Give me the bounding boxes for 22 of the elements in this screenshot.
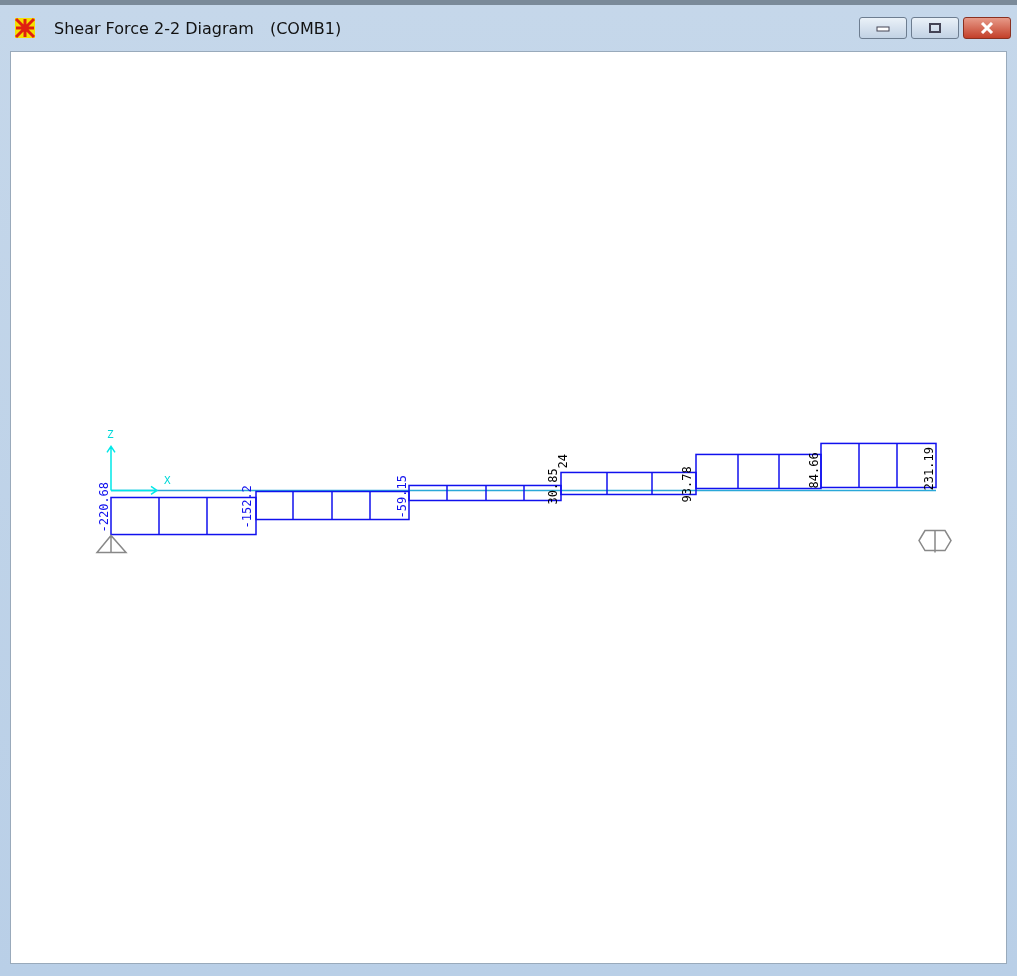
pin-support-icon: [95, 534, 127, 554]
close-icon: [979, 22, 995, 34]
roller-support-icon: [918, 529, 952, 554]
value-label: 30.85: [546, 468, 560, 505]
value-label: -220.68: [97, 481, 111, 533]
window-subtitle: (COMB1): [269, 18, 342, 38]
minimize-button[interactable]: [859, 17, 907, 39]
maximize-icon: [928, 22, 942, 34]
window-title: Shear Force 2-2 Diagram: [54, 18, 254, 38]
value-label: 24: [556, 454, 570, 469]
axis-label: X: [164, 474, 171, 488]
value-label: 93.78: [680, 466, 694, 503]
app-icon: [14, 17, 36, 39]
value-label: 231.19: [922, 447, 936, 491]
close-button[interactable]: [963, 17, 1011, 39]
axis-arrow-drawing: [106, 445, 159, 496]
value-label: -152.2: [240, 485, 254, 529]
value-label: 84.66: [807, 452, 821, 489]
axis-label: Z: [107, 428, 114, 442]
value-label: -59.15: [395, 475, 409, 519]
minimize-icon: [876, 24, 890, 32]
maximize-button[interactable]: [911, 17, 959, 39]
